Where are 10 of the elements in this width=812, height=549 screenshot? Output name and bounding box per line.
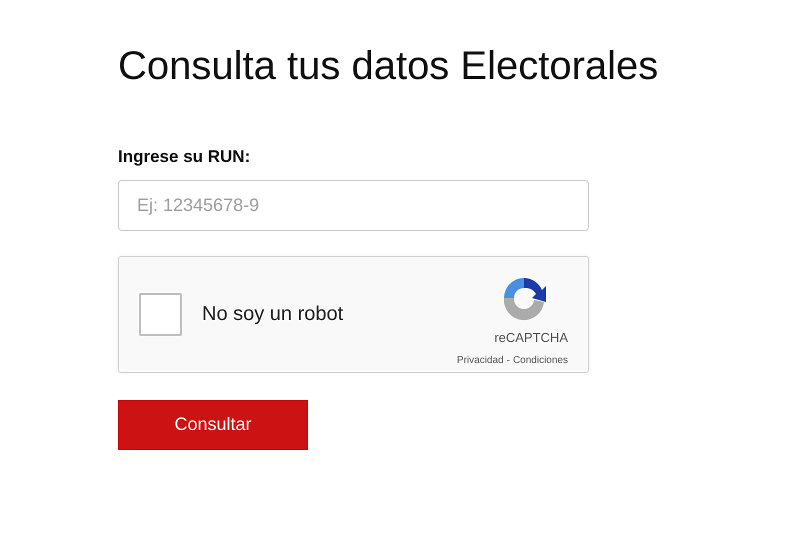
run-label: Ingrese su RUN: — [118, 146, 252, 168]
privacy-link[interactable]: Privacidad — [456, 353, 504, 368]
terms-link[interactable]: Condiciones — [512, 353, 568, 368]
recaptcha-brand: reCAPTCHA — [494, 328, 568, 347]
captcha-checkbox[interactable] — [139, 292, 182, 336]
link-separator: - — [506, 354, 510, 368]
page-title: Consulta tus datos Electorales — [118, 43, 660, 90]
captcha-label: No soy un robot — [202, 302, 344, 327]
consultar-button[interactable]: Consultar — [118, 400, 308, 450]
run-input[interactable]: Ej: 12345678-9 — [118, 180, 589, 230]
